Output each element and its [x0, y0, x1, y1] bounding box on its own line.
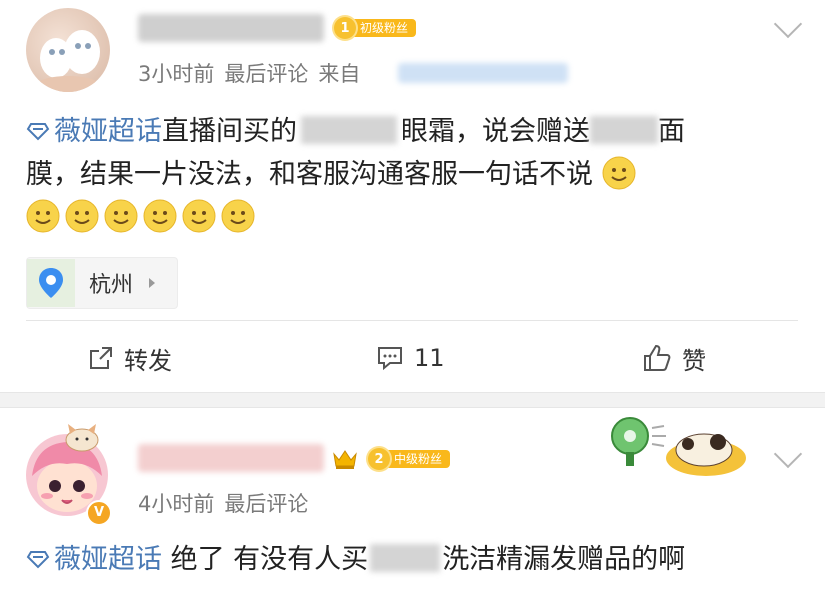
location-label: 杭州: [89, 273, 134, 298]
post-card[interactable]: V 2 中级粉丝 4小时前 最后评论 薇娅超话 绝了 有没有人买 洗洁精漏发赠品的啊: [0, 408, 825, 595]
repost-label: 转发: [124, 346, 172, 375]
text-segment-2: 洗洁精漏发赠品的啊: [442, 544, 686, 575]
text-segment-1: 直播间买的: [162, 116, 297, 147]
topic-label: 薇娅超话: [54, 544, 162, 575]
location-arrow-icon: [149, 278, 156, 288]
crown-icon: [333, 450, 357, 469]
post-text: 薇娅超话直播间买的 眼霜，说会赠送 面膜，结果一片没法，和客服沟通客服一句话不说: [26, 110, 806, 239]
username-redacted[interactable]: [138, 444, 324, 472]
comment-count: 11: [414, 344, 445, 372]
text-segment-4: 膜，结果一片没法，和客服沟通客服一句话不说: [26, 159, 593, 190]
location-tag[interactable]: 杭州: [26, 257, 178, 309]
meta-label: 最后评论: [224, 492, 309, 516]
user-avatar[interactable]: [26, 8, 110, 92]
source-prefix: 来自: [318, 62, 361, 86]
repost-button[interactable]: 转发: [88, 338, 172, 378]
comment-button[interactable]: 11: [376, 338, 445, 378]
like-icon: [644, 344, 671, 371]
topic-label: 薇娅超话: [54, 116, 162, 147]
feed-separator: [0, 392, 825, 408]
cat-ear-decoration-icon: [65, 424, 99, 452]
smiley-emoji-icon: [143, 199, 177, 233]
post-meta: 3小时前 最后评论 来自: [138, 58, 360, 88]
smiley-emoji-icon: [104, 199, 138, 233]
topic-link[interactable]: 薇娅超话: [26, 116, 162, 147]
badge-level: 2: [368, 448, 390, 470]
fan-level-badge[interactable]: 2 中级粉丝: [368, 448, 451, 470]
text-segment-3: 面: [658, 116, 685, 147]
verified-v-icon: V: [86, 500, 112, 526]
text-segment-2: 眼霜，说会赠送: [401, 116, 590, 147]
repost-icon: [90, 347, 112, 369]
comment-icon: [378, 347, 402, 371]
location-pin-icon: [27, 259, 75, 307]
smiley-emoji-icon: [602, 156, 636, 190]
username-redacted[interactable]: [138, 14, 324, 42]
diamond-topic-icon: [26, 123, 50, 141]
chevron-down-icon[interactable]: [773, 9, 803, 39]
fan-level-badge[interactable]: 1 初级粉丝: [334, 17, 417, 39]
smiley-emoji-icon: [26, 199, 60, 233]
text-segment-1: 绝了 有没有人买: [170, 544, 369, 575]
cat-photo-icon: [38, 30, 100, 92]
divider: [26, 320, 798, 321]
post-text: 薇娅超话 绝了 有没有人买 洗洁精漏发赠品的啊: [26, 538, 816, 581]
smiley-emoji-icon: [182, 199, 216, 233]
redacted-brand: [370, 544, 441, 572]
smiley-emoji-icon: [221, 199, 255, 233]
like-label: 赞: [682, 346, 706, 375]
topic-link[interactable]: 薇娅超话: [26, 544, 162, 575]
meta-label: 最后评论: [224, 62, 309, 86]
post-meta: 4小时前 最后评论: [138, 488, 318, 518]
redacted-brand-1: [301, 116, 397, 144]
badge-level: 1: [334, 17, 356, 39]
badge-label: 中级粉丝: [384, 450, 451, 468]
source-redacted: [398, 63, 568, 83]
like-button[interactable]: 赞: [642, 338, 706, 378]
badge-label: 初级粉丝: [350, 19, 417, 37]
fan-sticker-decoration-icon: [611, 417, 746, 476]
redacted-brand-2: [590, 116, 658, 144]
diamond-topic-icon: [26, 551, 50, 569]
post-time: 4小时前: [138, 492, 215, 516]
smiley-emoji-icon: [65, 199, 99, 233]
chevron-down-icon[interactable]: [773, 439, 803, 469]
post-card[interactable]: 1 初级粉丝 3小时前 最后评论 来自 薇娅超话直播间买的 眼霜，说会赠送 面膜，结果一…: [0, 0, 825, 392]
post-time: 3小时前: [138, 62, 215, 86]
